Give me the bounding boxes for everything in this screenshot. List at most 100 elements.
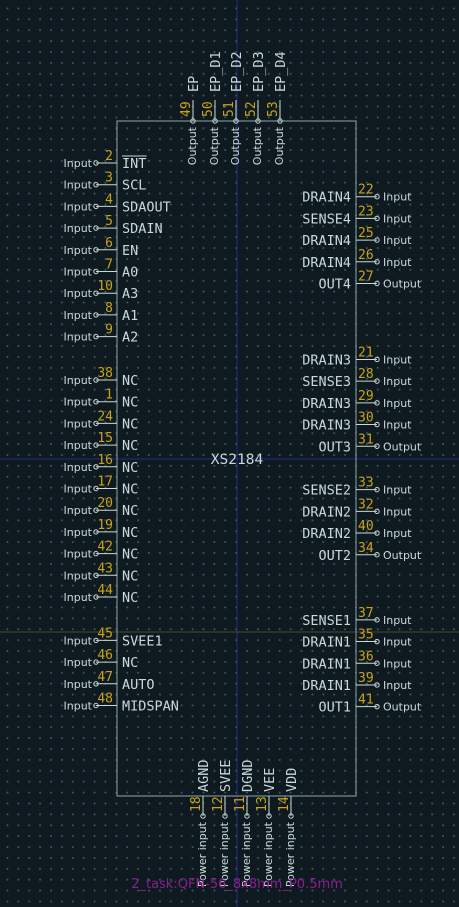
- right-pin-27-number: 27: [358, 270, 374, 285]
- left-pin-43-type: Input: [64, 569, 93, 582]
- bottom-pin-13-name: VEE: [262, 768, 278, 792]
- left-pin-20-type: Input: [64, 504, 93, 517]
- left-pin-43-number: 43: [97, 561, 113, 576]
- right-pin-26-type: Input: [383, 256, 412, 269]
- top-pin-53-name: EP_D4: [273, 51, 289, 92]
- left-pin-17-type: Input: [64, 483, 93, 496]
- left-pin-45-number: 45: [97, 626, 113, 641]
- right-pin-23-name: SENSE4: [302, 211, 351, 227]
- left-pin-7-number: 7: [105, 258, 113, 273]
- left-pin-2-name: INT: [122, 156, 146, 172]
- left-pin-48-number: 48: [97, 692, 113, 707]
- right-pin-34-number: 34: [358, 541, 374, 556]
- left-pin-24-number: 24: [97, 409, 113, 424]
- right-pin-33-name: SENSE2: [302, 483, 351, 499]
- left-pin-38-name: NC: [122, 373, 138, 389]
- left-pin-2-type: Input: [64, 157, 93, 170]
- right-pin-40-number: 40: [358, 519, 374, 534]
- left-pin-47-type: Input: [64, 678, 93, 691]
- right-pin-22-name: DRAIN4: [302, 190, 351, 206]
- right-pin-41-name: OUT1: [318, 700, 351, 716]
- right-pin-37-type: Input: [383, 614, 412, 627]
- left-pin-8-name: A1: [122, 308, 138, 324]
- right-pin-31-name: OUT3: [318, 439, 351, 455]
- right-pin-23-type: Input: [383, 212, 412, 225]
- bottom-pin-14-name: VDD: [284, 768, 300, 792]
- top-pin-51-name: EP_D2: [229, 51, 245, 92]
- right-pin-39-name: DRAIN1: [302, 678, 351, 694]
- right-pin-41-type: Output: [383, 701, 422, 714]
- right-pin-31-type: Output: [383, 440, 422, 453]
- left-pin-20-number: 20: [97, 496, 113, 511]
- top-pin-49-type: Output: [186, 126, 199, 165]
- left-pin-42-type: Input: [64, 548, 93, 561]
- left-pin-19-name: NC: [122, 525, 138, 541]
- right-pin-35-type: Input: [383, 636, 412, 649]
- right-pin-22-type: Input: [383, 191, 412, 204]
- right-pin-33-type: Input: [383, 484, 412, 497]
- bottom-pin-11-name: DGND: [240, 759, 256, 792]
- right-pin-28-type: Input: [383, 375, 412, 388]
- right-pin-40-name: DRAIN2: [302, 526, 351, 542]
- right-pin-30-number: 30: [358, 411, 374, 426]
- right-pin-23-number: 23: [358, 204, 374, 219]
- right-pin-25-name: DRAIN4: [302, 233, 351, 249]
- right-pin-30-type: Input: [383, 419, 412, 432]
- left-pin-45-type: Input: [64, 634, 93, 647]
- left-pin-8-number: 8: [105, 301, 113, 316]
- right-pin-27-name: OUT4: [318, 277, 351, 293]
- right-pin-25-type: Input: [383, 234, 412, 247]
- schematic-canvas[interactable]: Input 2 INT Input 3 SCL Input 4 SDAOUT Input 5 SDAI…: [0, 0, 459, 907]
- left-pin-6-type: Input: [64, 244, 93, 257]
- right-pin-29-type: Input: [383, 397, 412, 410]
- right-pin-22-number: 22: [358, 183, 374, 198]
- left-pin-4-number: 4: [105, 192, 113, 207]
- left-pin-4-type: Input: [64, 200, 93, 213]
- left-pin-43-name: NC: [122, 568, 138, 584]
- left-pin-4-name: SDAOUT: [122, 199, 171, 215]
- right-pin-28-name: SENSE3: [302, 374, 351, 390]
- left-pin-9-name: A2: [122, 330, 138, 346]
- right-pin-32-number: 32: [358, 497, 374, 512]
- left-pin-10-type: Input: [64, 287, 93, 300]
- right-pin-32-type: Input: [383, 505, 412, 518]
- left-pin-15-name: NC: [122, 438, 138, 454]
- left-pin-48-type: Input: [64, 700, 93, 713]
- symbol-footprint[interactable]: 2_task:QFN-56_8x8mm_P0.5mm: [131, 877, 343, 892]
- right-pin-21-type: Input: [383, 353, 412, 366]
- bottom-pin-12-name: SVEE: [218, 759, 234, 792]
- right-pin-36-name: DRAIN1: [302, 656, 351, 672]
- left-pin-24-name: NC: [122, 416, 138, 432]
- left-pin-1-number: 1: [105, 388, 113, 403]
- left-pin-1-name: NC: [122, 395, 138, 411]
- top-pin-50-number: 50: [201, 101, 216, 117]
- left-pin-2-number: 2: [105, 149, 113, 164]
- right-pin-37-name: SENSE1: [302, 613, 351, 629]
- bottom-pin-13-number: 13: [255, 796, 270, 812]
- left-pin-3-type: Input: [64, 179, 93, 192]
- left-pin-9-number: 9: [105, 323, 113, 338]
- left-pin-46-type: Input: [64, 656, 93, 669]
- left-pin-38-type: Input: [64, 374, 93, 387]
- right-pin-29-number: 29: [358, 389, 374, 404]
- top-pin-49-name: EP: [186, 76, 202, 92]
- right-pin-41-number: 41: [358, 693, 374, 708]
- bottom-pin-12-number: 12: [211, 796, 226, 812]
- left-pin-3-number: 3: [105, 171, 113, 186]
- left-pin-46-number: 46: [97, 648, 113, 663]
- left-pin-5-number: 5: [105, 214, 113, 229]
- top-pin-52-type: Output: [251, 126, 264, 165]
- left-pin-24-type: Input: [64, 417, 93, 430]
- left-pin-47-number: 47: [97, 670, 113, 685]
- right-pin-35-name: DRAIN1: [302, 635, 351, 651]
- right-pin-27-type: Output: [383, 278, 422, 291]
- symbol-reference[interactable]: XS2184: [211, 452, 264, 468]
- left-pin-15-number: 15: [97, 431, 113, 446]
- bottom-pin-11-number: 11: [233, 796, 248, 812]
- left-pin-19-type: Input: [64, 526, 93, 539]
- left-pin-47-name: AUTO: [122, 677, 155, 693]
- right-pin-26-name: DRAIN4: [302, 255, 351, 271]
- schematic-svg: Input 2 INT Input 3 SCL Input 4 SDAOUT Input 5 SDAI…: [0, 0, 459, 907]
- left-pin-42-number: 42: [97, 540, 113, 555]
- right-pin-36-number: 36: [358, 649, 374, 664]
